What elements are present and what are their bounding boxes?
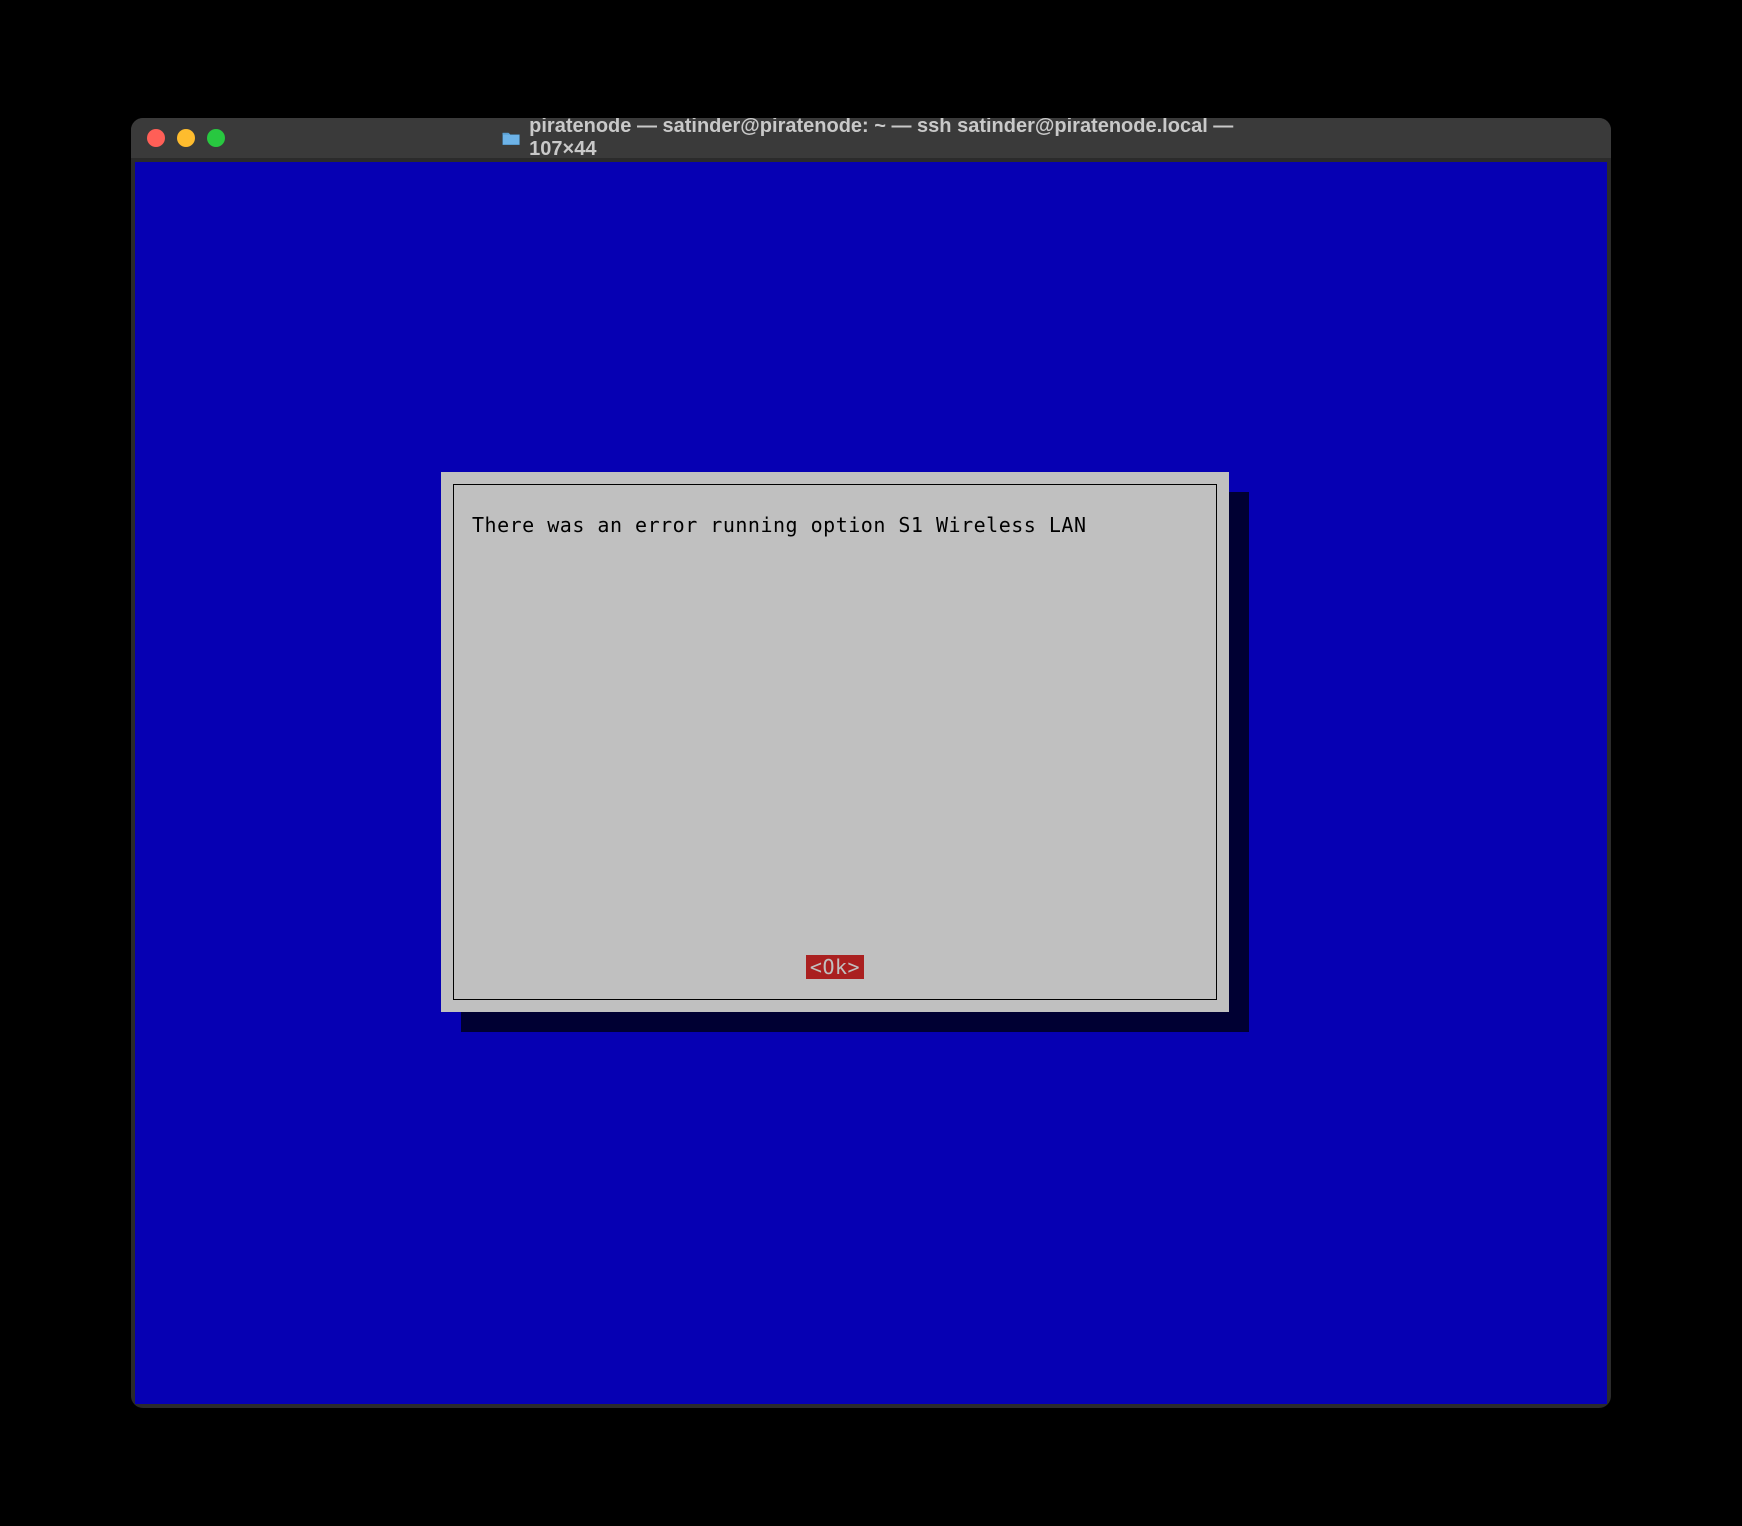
terminal-body: There was an error running option S1 Wir… [135, 162, 1607, 1404]
dialog-inner: There was an error running option S1 Wir… [453, 484, 1217, 1000]
dialog-button-row: <Ok> [454, 955, 1216, 979]
dialog-message: There was an error running option S1 Wir… [472, 513, 1198, 537]
traffic-lights [147, 129, 225, 147]
window-title: piratenode — satinder@piratenode: ~ — ss… [529, 118, 1241, 161]
maximize-window-button[interactable] [207, 129, 225, 147]
titlebar: piratenode — satinder@piratenode: ~ — ss… [131, 118, 1611, 158]
error-dialog: There was an error running option S1 Wir… [441, 472, 1229, 1012]
ok-button[interactable]: <Ok> [806, 955, 864, 979]
window-title-area: piratenode — satinder@piratenode: ~ — ss… [501, 118, 1241, 161]
terminal-window: piratenode — satinder@piratenode: ~ — ss… [131, 118, 1611, 1408]
folder-icon [501, 129, 521, 147]
close-window-button[interactable] [147, 129, 165, 147]
minimize-window-button[interactable] [177, 129, 195, 147]
